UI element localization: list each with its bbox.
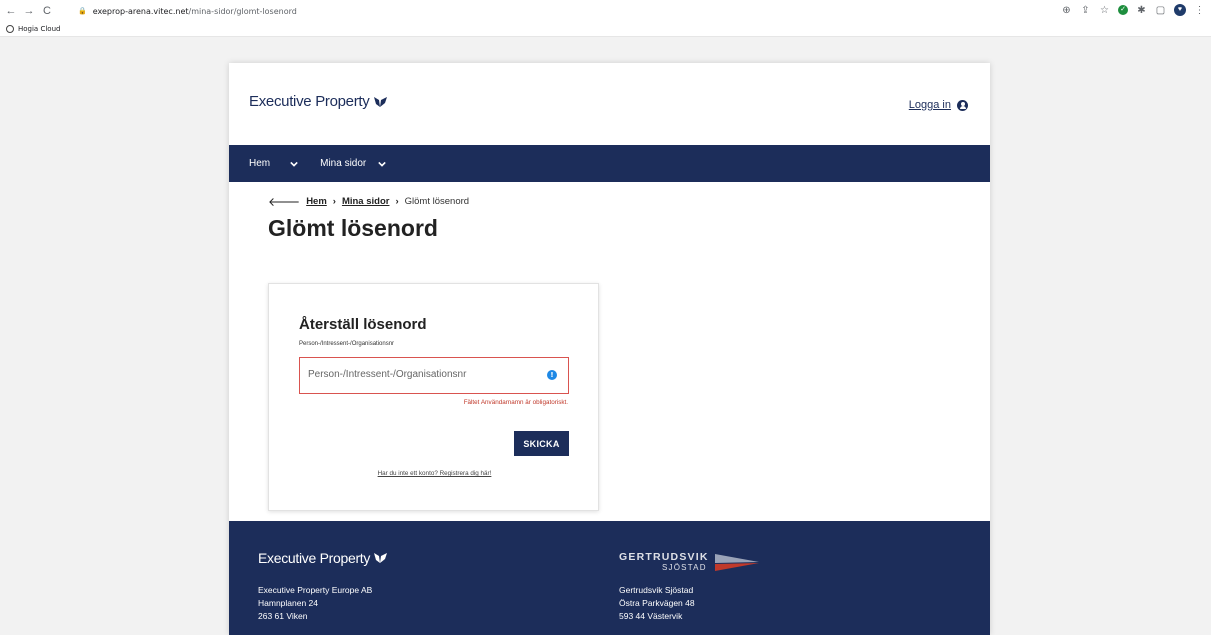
field-label: Person-/Intressent-/Organisationsnr <box>299 341 395 347</box>
chevron-down-icon <box>290 161 298 167</box>
share-icon[interactable]: ⇪ <box>1080 5 1091 16</box>
back-arrow-icon[interactable]: 🡐 <box>268 194 300 209</box>
gs-logo-line1: GERTRUDSVIK <box>619 551 709 563</box>
page-title: Glömt lösenord <box>268 215 438 241</box>
bird-logo-icon <box>374 553 388 563</box>
bookmark-hogia-cloud[interactable]: Hogia Cloud <box>18 25 60 33</box>
nav-item-hem[interactable]: Hem <box>249 158 298 169</box>
bookmark-star-icon[interactable]: ☆ <box>1099 5 1110 16</box>
puzzle-icon[interactable]: ✱ <box>1136 5 1147 16</box>
reload-icon[interactable]: C <box>40 4 54 18</box>
globe-icon <box>6 25 14 33</box>
logo-text: Executive Property <box>249 93 370 110</box>
bird-logo-icon <box>373 96 387 107</box>
nav-item-label: Mina sidor <box>320 158 367 169</box>
lock-icon: 🔒 <box>78 7 87 15</box>
footer-address-right: Gertrudsvik Sjöstad Östra Parkvägen 48 5… <box>619 584 695 623</box>
side-panel-icon[interactable]: ▢ <box>1155 5 1166 16</box>
breadcrumb-separator-icon: › <box>332 196 336 207</box>
address-line: 263 61 Viken <box>258 611 308 621</box>
footer-logo-text: Executive Property <box>258 550 371 566</box>
reset-password-card: Återställ lösenord Person-/Intressent-/O… <box>268 283 599 511</box>
page-container: Executive Property Logga in Hem Mina sid… <box>229 63 990 635</box>
username-field-wrapper: ! <box>299 357 569 394</box>
menu-kebab-icon[interactable]: ⋮ <box>1194 5 1205 16</box>
address-line: Hamnplanen 24 <box>258 598 319 608</box>
chevron-down-icon <box>378 161 387 167</box>
site-logo[interactable]: Executive Property <box>249 93 388 110</box>
address-line: Executive Property Europe AB <box>258 585 373 595</box>
browser-toolbar: ← → C 🔒 exeprop-arena.vitec.net/mina-sid… <box>0 0 1211 22</box>
google-lens-icon[interactable]: ⊕ <box>1061 5 1072 16</box>
register-link[interactable]: Har du inte ett konto? Registrera dig hä… <box>269 470 600 477</box>
site-header: Executive Property Logga in <box>229 63 990 145</box>
form-title: Återställ lösenord <box>299 316 427 333</box>
forward-arrow-icon[interactable]: → <box>22 4 36 18</box>
breadcrumb-hem[interactable]: Hem <box>306 196 327 207</box>
url-path: /mina-sidor/glomt-losenord <box>188 6 297 16</box>
breadcrumb: 🡐 Hem › Mina sidor › Glömt lösenord <box>268 194 469 209</box>
site-footer: Executive Property Executive Property Eu… <box>229 521 990 635</box>
user-icon <box>957 99 968 111</box>
breadcrumb-mina-sidor[interactable]: Mina sidor <box>342 196 390 207</box>
flag-logo-icon <box>715 554 759 571</box>
field-error-message: Fältet Användarnamn är obligatoriskt. <box>463 399 568 406</box>
nav-item-mina-sidor[interactable]: Mina sidor <box>320 158 387 169</box>
footer-logo: Executive Property <box>258 550 388 566</box>
breadcrumb-current: Glömt lösenord <box>404 196 470 207</box>
address-line: 593 44 Västervik <box>619 611 683 621</box>
breadcrumb-separator-icon: › <box>395 196 399 207</box>
nav-item-label: Hem <box>249 158 271 169</box>
back-arrow-icon[interactable]: ← <box>4 4 18 18</box>
gertrudsvik-logo: GERTRUDSVIK SJÖSTAD <box>619 551 759 572</box>
footer-address-left: Executive Property Europe AB Hamnplanen … <box>258 584 372 623</box>
submit-button[interactable]: SKICKA <box>514 431 569 456</box>
bookmarks-bar: Hogia Cloud <box>0 22 1211 37</box>
login-label: Logga in <box>908 99 951 111</box>
info-icon: ! <box>547 370 557 380</box>
extensions-bar: ⊕ ⇪ ☆ ✓ ✱ ▢ ♥ ⋮ <box>1061 4 1205 16</box>
profile-avatar-icon[interactable]: ♥ <box>1174 4 1186 16</box>
username-input[interactable] <box>308 369 528 380</box>
login-link[interactable]: Logga in <box>909 99 968 111</box>
gs-logo-line2: SJÖSTAD <box>662 563 707 572</box>
address-line: Gertrudsvik Sjöstad <box>619 585 694 595</box>
address-bar[interactable]: 🔒 exeprop-arena.vitec.net/mina-sidor/glo… <box>78 3 1208 19</box>
extension-check-icon[interactable]: ✓ <box>1118 5 1128 15</box>
address-line: Östra Parkvägen 48 <box>619 598 695 608</box>
main-nav: Hem Mina sidor <box>229 145 990 182</box>
url-host: exeprop-arena.vitec.net <box>92 6 189 16</box>
